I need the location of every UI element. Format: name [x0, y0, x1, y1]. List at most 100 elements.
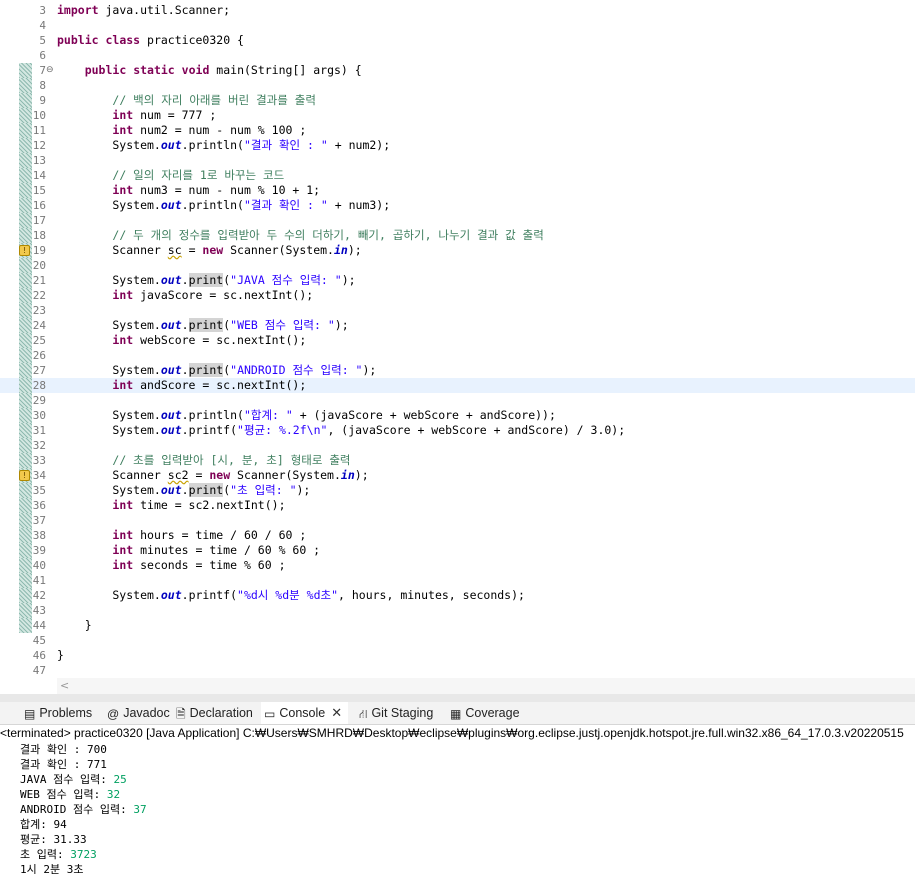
code-token: public [84, 63, 127, 77]
code-line[interactable]: 5 public class practice0320 { [0, 33, 915, 48]
code-line[interactable]: 47 [0, 663, 915, 678]
console-user-input: 3723 [70, 848, 97, 861]
code-line[interactable]: 33 // 초를 입력받아 [시, 분, 초] 형태로 출력 [0, 453, 915, 468]
code-line[interactable]: 16 System.out.println("결과 확인 : " + num3)… [0, 198, 915, 213]
code-line[interactable]: 23 [0, 303, 915, 318]
code-line[interactable]: 4 [0, 18, 915, 33]
code-line[interactable]: 44 } [0, 618, 915, 633]
code-text: // 백의 자리 아래를 버린 결과를 출력 [57, 93, 316, 108]
console-output[interactable]: 결과 확인 : 700 결과 확인 : 771 JAVA 점수 입력: 25 WEB … [0, 742, 915, 884]
code-line[interactable]: 21 System.out.print("JAVA 점수 입력: "); [0, 273, 915, 288]
code-line[interactable]: 10 int num = 777 ; [0, 108, 915, 123]
code-line[interactable]: 37 [0, 513, 915, 528]
code-line[interactable]: 7 ⊖ public static void main(String[] args… [0, 63, 915, 78]
code-token: // 초를 입력받아 [시, 분, 초] 형태로 출력 [112, 453, 351, 467]
code-token: "결과 확인 : " [243, 198, 328, 212]
code-line[interactable]: 18 // 두 개의 정수를 입력받아 두 수의 더하기, 빼기, 곱하기, 나… [0, 228, 915, 243]
code-token: . [181, 483, 189, 497]
code-line[interactable]: 31 System.out.printf("평균: %.2f\n", (java… [0, 423, 915, 438]
code-token: Scanner(System. [223, 243, 334, 257]
code-editor[interactable]: 3 import java.util.Scanner; 4 5 public class… [0, 0, 915, 678]
code-text: // 일의 자리를 1로 바꾸는 코드 [57, 168, 284, 183]
code-line[interactable]: ! 19 Scanner sc = new Scanner(System.in); [0, 243, 915, 258]
line-number: 43 [32, 604, 46, 617]
code-line[interactable]: 26 [0, 348, 915, 363]
code-line[interactable]: 11 int num2 = num - num % 100 ; [0, 123, 915, 138]
code-line[interactable]: 22 int javaScore = sc.nextInt(); [0, 288, 915, 303]
code-token: hours = time / 60 / 60 ; [133, 528, 307, 542]
code-line[interactable]: 46} [0, 648, 915, 663]
code-token: out [160, 138, 182, 152]
code-line[interactable]: 8 [0, 78, 915, 93]
code-line[interactable]: 12 System.out.println("결과 확인 : " + num2)… [0, 138, 915, 153]
code-token: ); [296, 483, 311, 497]
code-token: int [112, 378, 134, 392]
line-number: 26 [32, 349, 46, 362]
code-line[interactable]: 38 int hours = time / 60 / 60 ; [0, 528, 915, 543]
console-header: <terminated> practice0320 [Java Applicat… [0, 726, 904, 740]
javadoc-icon: @ [107, 706, 120, 721]
code-token: "결과 확인 : " [243, 138, 328, 152]
code-token: new [202, 243, 224, 257]
code-line[interactable]: 39 int minutes = time / 60 % 60 ; [0, 543, 915, 558]
tab-problems[interactable]: ▤ Problems [21, 702, 95, 724]
console-icon: ▭ [264, 706, 276, 721]
console-user-input: 32 [106, 788, 121, 801]
code-line[interactable]: 14 // 일의 자리를 1로 바꾸는 코드 [0, 168, 915, 183]
code-line[interactable]: 15 int num3 = num - num % 10 + 1; [0, 183, 915, 198]
code-token: out [160, 423, 182, 437]
code-line[interactable]: 36 int time = sc2.nextInt(); [0, 498, 915, 513]
tab-javadoc[interactable]: @ Javadoc [104, 702, 173, 724]
line-number: 4 [39, 19, 46, 32]
code-line[interactable]: 17 [0, 213, 915, 228]
code-line[interactable]: 41 [0, 573, 915, 588]
code-token: "%d시 %d분 %d초" [237, 588, 339, 602]
fold-toggle-icon[interactable]: ⊖ [46, 63, 54, 78]
close-icon[interactable]: ✕ [331, 705, 342, 720]
console-line: 평균: 31.33 [20, 832, 87, 847]
panel-divider[interactable] [0, 694, 915, 702]
code-line[interactable]: 30 System.out.println("합계: " + (javaScor… [0, 408, 915, 423]
line-number: 10 [32, 109, 46, 122]
code-line[interactable]: 32 [0, 438, 915, 453]
line-number: 44 [32, 619, 46, 632]
tab-git-staging[interactable]: ⛙ Git Staging [356, 702, 436, 724]
code-line[interactable]: 20 [0, 258, 915, 273]
line-number: 29 [32, 394, 46, 407]
code-line[interactable]: 40 int seconds = time % 60 ; [0, 558, 915, 573]
code-line[interactable]: 43 [0, 603, 915, 618]
tab-console[interactable]: ▭ Console ✕ [261, 702, 349, 724]
problems-icon: ▤ [24, 706, 36, 721]
code-text: int javaScore = sc.nextInt(); [57, 288, 313, 303]
code-line[interactable]: 42 System.out.printf("%d시 %d분 %d초", hour… [0, 588, 915, 603]
code-token: ); [334, 318, 349, 332]
tab-coverage[interactable]: ▦ Coverage [447, 702, 523, 724]
code-line[interactable]: 24 System.out.print("WEB 점수 입력: "); [0, 318, 915, 333]
code-token: practice0320 { [140, 33, 244, 47]
line-number: 41 [32, 574, 46, 587]
horizontal-scrollbar[interactable]: < [57, 678, 915, 694]
scroll-left-icon[interactable]: < [60, 678, 69, 694]
code-line[interactable]: 6 [0, 48, 915, 63]
code-token: System. [57, 138, 161, 152]
code-token: System. [57, 198, 161, 212]
code-line[interactable]: 28 int andScore = sc.nextInt(); [0, 378, 915, 393]
code-text: int time = sc2.nextInt(); [57, 498, 285, 513]
code-token: System. [57, 408, 161, 422]
code-line[interactable]: 9 // 백의 자리 아래를 버린 결과를 출력 [0, 93, 915, 108]
code-token: out [160, 363, 182, 377]
code-token: + num3); [327, 198, 391, 212]
code-line[interactable]: 13 [0, 153, 915, 168]
code-line[interactable]: 27 System.out.print("ANDROID 점수 입력: "); [0, 363, 915, 378]
code-line[interactable]: 35 System.out.print("초 입력: "); [0, 483, 915, 498]
code-token: .println( [181, 408, 244, 422]
code-line[interactable]: 45 [0, 633, 915, 648]
code-text: import java.util.Scanner; [57, 3, 230, 18]
code-line[interactable]: 25 int webScore = sc.nextInt(); [0, 333, 915, 348]
code-line[interactable]: 3 import java.util.Scanner; [0, 3, 915, 18]
code-line[interactable]: ! 34 Scanner sc2 = new Scanner(System.in)… [0, 468, 915, 483]
tab-declaration[interactable]: 🗎 Declaration [173, 702, 256, 724]
code-line[interactable]: 29 [0, 393, 915, 408]
code-token: "WEB 점수 입력: " [230, 318, 335, 332]
